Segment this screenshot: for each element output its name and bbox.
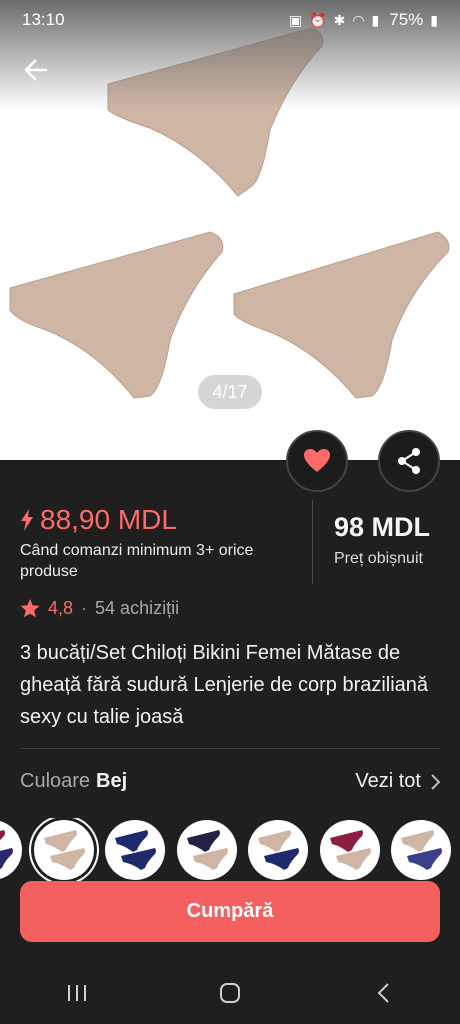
color-swatch[interactable] xyxy=(391,820,451,880)
alarm-icon: ⏰ xyxy=(309,11,327,28)
color-swatch[interactable] xyxy=(248,820,308,880)
see-all-label: Vezi tot xyxy=(355,770,421,792)
swatch-garment xyxy=(264,848,299,870)
system-nav-bar xyxy=(0,962,460,1024)
status-bar: 13:10 ▣ ⏰ ✱ ◠ ▮ 75% ▮ xyxy=(0,0,460,40)
home-button[interactable] xyxy=(200,973,260,1013)
battery-icon: ▮ xyxy=(430,11,438,28)
swatch-thumbnail xyxy=(115,830,156,870)
swatch-garment xyxy=(258,830,291,852)
regular-price: 98 MDL xyxy=(334,512,431,542)
rating-row[interactable]: 4,8 · 54 achiziții xyxy=(20,598,179,619)
color-swatch[interactable] xyxy=(176,820,237,880)
recent-apps-button[interactable] xyxy=(47,973,107,1013)
swatch-garment xyxy=(401,830,434,852)
swatch-garment xyxy=(121,848,156,870)
swatch-garment xyxy=(115,830,148,852)
section-divider xyxy=(20,748,440,749)
color-label: Culoare xyxy=(20,770,91,792)
swatch-garment xyxy=(0,848,13,869)
wifi-icon: ◠ xyxy=(352,11,365,28)
swatch-thumbnail xyxy=(43,830,85,870)
heart-icon xyxy=(304,449,330,472)
price-divider xyxy=(312,500,313,584)
selected-color: Bej xyxy=(96,770,128,792)
chevron-left-icon xyxy=(377,983,390,1003)
color-selector-header: Culoare Bej Vezi tot xyxy=(20,770,440,793)
see-all-link[interactable]: Vezi tot xyxy=(355,770,440,793)
regular-price-label: Preț obișnuit xyxy=(334,550,423,567)
status-time: 13:10 xyxy=(22,10,65,29)
color-swatch[interactable] xyxy=(0,820,22,880)
favorite-button[interactable] xyxy=(286,430,348,492)
chevron-right-icon xyxy=(431,773,440,790)
product-image-gallery[interactable]: 13:10 ▣ ⏰ ✱ ◠ ▮ 75% ▮ 4/17 xyxy=(0,0,460,460)
rating-separator: · xyxy=(81,598,88,618)
notification-icon: ▣ xyxy=(288,11,303,28)
share-icon xyxy=(398,448,420,474)
swatch-garment xyxy=(0,830,5,841)
image-counter: 4/17 xyxy=(198,375,262,409)
buy-button[interactable]: Cumpără xyxy=(20,881,440,942)
signal-icon: ▮ xyxy=(371,11,380,28)
swatch-thumbnail xyxy=(329,830,371,870)
swatch-thumbnail xyxy=(401,830,442,870)
swatch-garment xyxy=(407,848,442,870)
sale-price-value: 88,90 MDL xyxy=(40,504,177,535)
share-button[interactable] xyxy=(378,430,440,492)
star-icon xyxy=(20,599,40,618)
arrow-left-icon xyxy=(24,59,48,81)
color-swatch[interactable] xyxy=(33,820,94,880)
sale-price: 88,90 MDL xyxy=(20,504,177,536)
color-swatch[interactable] xyxy=(319,820,380,880)
swatch-garment xyxy=(335,848,371,870)
product-title: 3 bucăți/Set Chiloți Bikini Femei Mătase… xyxy=(20,642,429,728)
swatch-thumbnail xyxy=(186,830,228,870)
sale-condition: Când comanzi minimum 3+ orice produse xyxy=(20,542,254,580)
back-nav-button[interactable] xyxy=(353,973,413,1013)
swatch-garment xyxy=(43,830,77,852)
battery-level: 75% xyxy=(389,10,424,29)
swatch-garment xyxy=(186,830,220,852)
home-icon xyxy=(219,983,240,1003)
bluetooth-icon: ✱ xyxy=(333,11,346,28)
swatch-garment xyxy=(49,848,85,870)
color-swatch[interactable] xyxy=(105,820,165,880)
recent-apps-icon xyxy=(67,985,86,1001)
purchase-count: 54 achiziții xyxy=(95,598,180,618)
lightning-icon xyxy=(21,509,33,531)
swatch-thumbnail xyxy=(0,830,13,869)
swatch-garment xyxy=(329,830,363,852)
swatch-thumbnail xyxy=(258,830,299,870)
rating-score: 4,8 xyxy=(48,598,74,618)
swatch-garment xyxy=(192,848,228,870)
color-swatch-list xyxy=(0,818,460,882)
back-button[interactable] xyxy=(20,54,52,86)
